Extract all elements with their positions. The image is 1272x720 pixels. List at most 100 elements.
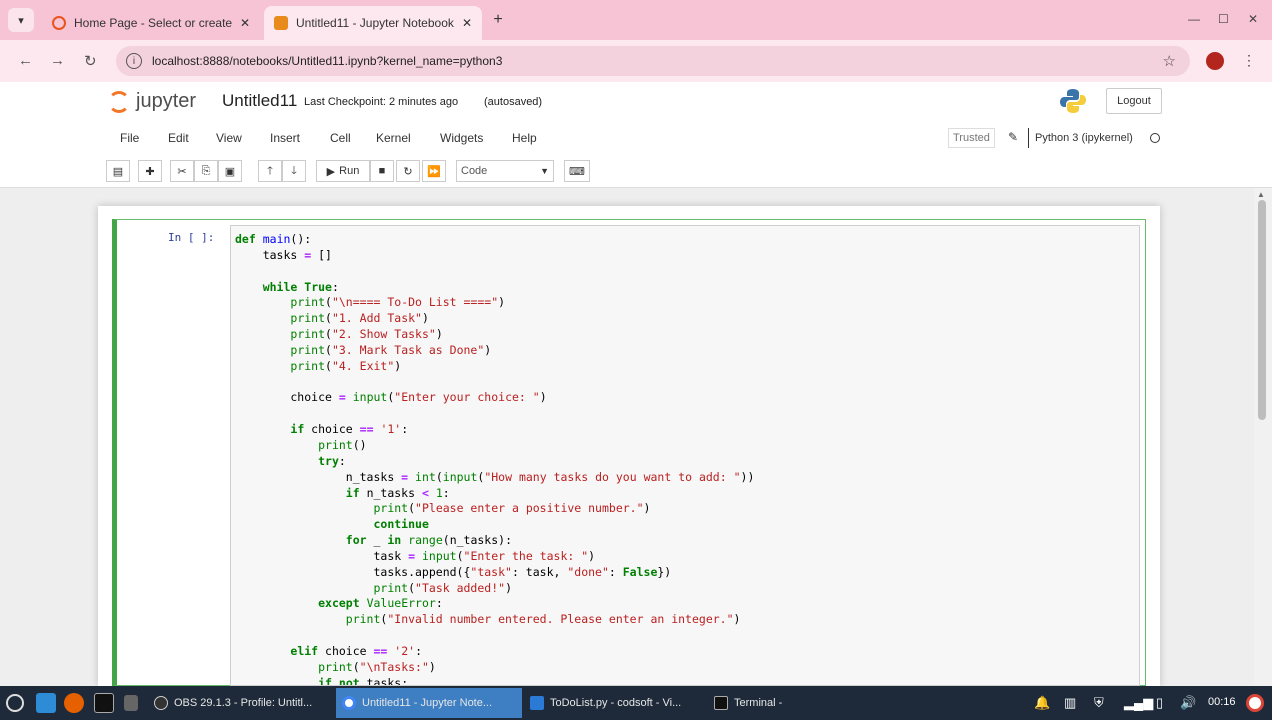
tab-search-button[interactable]: ▾: [8, 8, 34, 32]
taskbar-item-label: Untitled11 - Jupyter Note...: [362, 697, 493, 709]
terminal-launcher-icon[interactable]: [94, 693, 114, 713]
new-tab-button[interactable]: +: [488, 10, 508, 30]
code-line: while True:: [262, 279, 339, 294]
window-close-icon[interactable]: ✕: [1248, 12, 1258, 26]
notebook-name[interactable]: Untitled11: [222, 91, 297, 111]
taskbar-item-terminal[interactable]: Terminal -: [708, 688, 828, 718]
code-line: print("2. Show Tasks"): [290, 327, 443, 342]
url-text: localhost:8888/notebooks/Untitled11.ipyn…: [152, 54, 503, 68]
profile-avatar[interactable]: [1206, 52, 1224, 70]
jupyter-logo-icon: [108, 90, 130, 113]
code-line: print("3. Mark Task as Done"): [290, 342, 492, 357]
firefox-icon[interactable]: [64, 693, 84, 713]
restart-icon: ↻: [403, 165, 413, 178]
vscode-icon: [530, 696, 544, 710]
code-editor[interactable]: def main(): tasks = [] while True: print…: [230, 225, 1140, 686]
kernel-idle-icon: [1150, 133, 1160, 143]
network-icon[interactable]: ▂▄▆: [1124, 695, 1153, 711]
interrupt-button[interactable]: ■: [370, 160, 394, 182]
file-manager-icon[interactable]: [124, 695, 138, 711]
code-line: print("Task added!"): [373, 580, 512, 595]
arrow-up-icon: 🡑: [267, 164, 273, 177]
move-down-button[interactable]: 🡓: [282, 160, 306, 182]
code-line: try:: [318, 453, 346, 468]
code-line: task = input("Enter the task: "): [235, 548, 596, 563]
notification-bell-icon[interactable]: 🔔: [1034, 695, 1050, 711]
menu-widgets[interactable]: Widgets: [440, 131, 483, 145]
code-line: choice = input("Enter your choice: "): [235, 390, 547, 405]
bookmark-star-icon[interactable]: ☆: [1163, 52, 1176, 70]
save-button[interactable]: ▤: [106, 160, 130, 182]
code-line: n_tasks = int(input("How many tasks do y…: [235, 469, 755, 484]
code-line: except ValueError:: [318, 596, 443, 611]
restart-run-all-button[interactable]: ⏩: [422, 160, 446, 182]
cell-type-select[interactable]: Code ▼: [456, 160, 554, 182]
paste-button[interactable]: ▣: [218, 160, 242, 182]
taskbar-item-obs[interactable]: OBS 29.1.3 - Profile: Untitl...: [148, 688, 332, 718]
scroll-up-icon[interactable]: ▲: [1257, 190, 1265, 199]
back-icon[interactable]: ←: [18, 52, 33, 69]
code-line: if not tasks:: [318, 675, 409, 686]
fast-forward-icon: ⏩: [427, 165, 441, 178]
insert-cell-button[interactable]: ✚: [138, 160, 162, 182]
desktop-icon[interactable]: [36, 693, 56, 713]
browser-tab-notebook[interactable]: Untitled11 - Jupyter Notebook ✕: [264, 6, 482, 40]
browser-tab-home[interactable]: Home Page - Select or create ✕: [42, 6, 260, 40]
notebook-menubar: File Edit View Insert Cell Kernel Widget…: [106, 126, 1170, 152]
arrow-down-icon: 🡓: [291, 164, 297, 177]
scissors-icon: ✂: [177, 165, 187, 178]
copy-button[interactable]: ⎘: [194, 160, 218, 182]
menu-cell[interactable]: Cell: [330, 131, 351, 145]
volume-icon[interactable]: 🔊: [1180, 695, 1196, 711]
code-line: print("1. Add Task"): [290, 311, 429, 326]
chevron-down-icon: ▾: [18, 14, 24, 27]
forward-icon[interactable]: →: [50, 52, 65, 69]
logout-button[interactable]: Logout: [1106, 88, 1162, 114]
power-icon[interactable]: [6, 694, 24, 712]
cut-button[interactable]: ✂: [170, 160, 194, 182]
menu-insert[interactable]: Insert: [270, 131, 300, 145]
tab-title: Untitled11 - Jupyter Notebook: [296, 16, 454, 30]
site-info-icon[interactable]: i: [126, 53, 142, 69]
shield-icon[interactable]: ⛨: [1094, 695, 1104, 711]
jupyter-logo[interactable]: jupyter: [108, 90, 196, 113]
code-line: print("\nTasks:"): [318, 659, 436, 674]
run-button[interactable]: ▶ Run: [316, 160, 370, 182]
taskbar-item-vscode[interactable]: ToDoList.py - codsoft - Vi...: [524, 688, 704, 718]
jupyter-header: jupyter Untitled11 Last Checkpoint: 2 mi…: [0, 82, 1272, 188]
command-palette-button[interactable]: ⌨: [564, 160, 590, 182]
menu-edit[interactable]: Edit: [168, 131, 189, 145]
clipboard-icon[interactable]: ▥: [1064, 695, 1076, 711]
chrome-tray-icon[interactable]: [1246, 694, 1264, 712]
jupyter-favicon-icon: [274, 16, 288, 30]
stop-icon: ■: [378, 165, 386, 177]
browser-toolbar: ← → ↻ i localhost:8888/notebooks/Untitle…: [0, 40, 1272, 82]
taskbar-item-jupyter[interactable]: Untitled11 - Jupyter Note...: [336, 688, 522, 718]
cell-prompt: In [ ]:: [168, 231, 215, 244]
scrollbar-thumb[interactable]: [1258, 200, 1266, 420]
minimize-icon[interactable]: —: [1188, 12, 1200, 26]
close-icon[interactable]: ✕: [240, 16, 250, 30]
menu-file[interactable]: File: [120, 131, 139, 145]
trusted-indicator[interactable]: Trusted: [948, 128, 995, 148]
restart-button[interactable]: ↻: [396, 160, 420, 182]
kernel-name[interactable]: Python 3 (ipykernel): [1028, 128, 1133, 148]
close-icon[interactable]: ✕: [462, 16, 472, 30]
os-taskbar: OBS 29.1.3 - Profile: Untitl... Untitled…: [0, 686, 1272, 720]
reload-icon[interactable]: ↻: [84, 52, 97, 70]
taskbar-clock: 00:16: [1208, 696, 1236, 708]
maximize-icon[interactable]: ☐: [1218, 12, 1229, 26]
move-up-button[interactable]: 🡑: [258, 160, 282, 182]
browser-menu-icon[interactable]: ⋮: [1242, 52, 1256, 69]
browser-tab-strip: ▾ Home Page - Select or create ✕ Untitle…: [0, 0, 1272, 40]
battery-icon[interactable]: ▯: [1156, 695, 1163, 711]
menu-help[interactable]: Help: [512, 131, 537, 145]
chevron-down-icon: ▼: [540, 166, 549, 176]
obs-icon: [154, 696, 168, 710]
menu-kernel[interactable]: Kernel: [376, 131, 411, 145]
menu-view[interactable]: View: [216, 131, 242, 145]
address-bar[interactable]: i localhost:8888/notebooks/Untitled11.ip…: [116, 46, 1190, 76]
code-content: def main(): tasks = [] while True: print…: [235, 232, 755, 686]
code-line: continue: [373, 517, 429, 532]
code-line: def main():: [235, 232, 312, 246]
